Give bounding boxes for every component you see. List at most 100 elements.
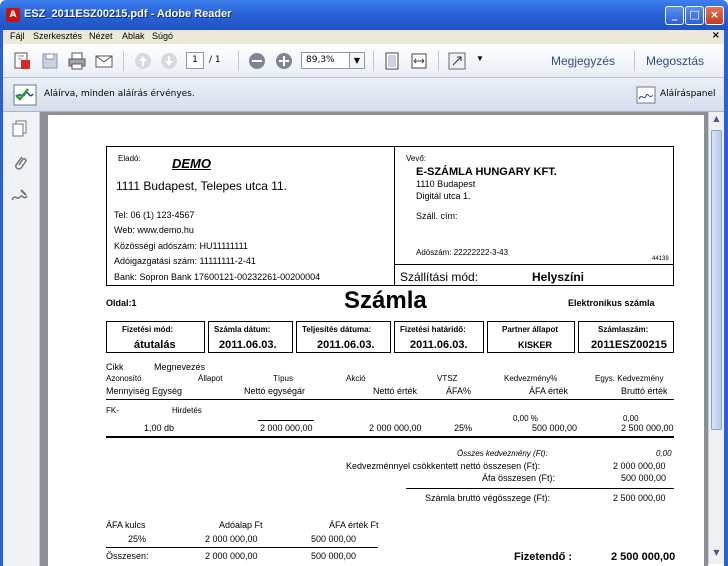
total-gross-label: Számla bruttó végösszege (Ft): xyxy=(425,493,551,503)
seller-tax: Adóigazgatási szám: 11111111-2-41 xyxy=(114,256,256,266)
col-net: Nettó érték xyxy=(373,386,418,396)
pages-icon[interactable] xyxy=(12,120,28,138)
col-unit-discount: Egys. Kedvezmény xyxy=(595,374,664,383)
col-qty: Mennyiség Egység xyxy=(106,386,183,396)
vertical-scrollbar[interactable]: ▲ ▼ xyxy=(708,112,724,564)
signature-panel-icon[interactable] xyxy=(636,86,656,104)
minimize-button[interactable]: _ xyxy=(665,6,684,25)
seller-web: Web: www.demo.hu xyxy=(114,225,194,235)
print-icon[interactable] xyxy=(67,51,87,71)
item-vat-val: 500 000,00 xyxy=(532,423,578,433)
fullscreen-icon[interactable] xyxy=(447,51,467,71)
page-number-input[interactable]: 1 xyxy=(186,52,204,69)
item-unit-discount: 0,00 xyxy=(623,414,639,423)
zoom-dropdown-icon[interactable]: ▼ xyxy=(349,52,365,69)
seller-tel: Tel: 06 (1) 123-4567 xyxy=(114,210,195,220)
close-button[interactable]: × xyxy=(705,6,724,25)
buyer-city: 1110 Budapest xyxy=(416,179,476,189)
menu-help[interactable]: Súgó xyxy=(152,31,173,41)
buyer-tax: Adószám: 22222222-3-43 xyxy=(416,248,509,257)
save-icon[interactable] xyxy=(40,51,60,71)
hdr-fulfil: 2011.06.03. xyxy=(317,339,375,351)
scroll-thumb[interactable] xyxy=(711,130,722,430)
hdr-label-partner: Partner állapot xyxy=(502,325,559,334)
hdr-label-payment: Fizetési mód: xyxy=(122,325,174,334)
hdr-number: 2011ESZ00215 xyxy=(591,339,667,351)
maximize-button[interactable]: □ xyxy=(685,6,704,25)
menu-view[interactable]: Nézet xyxy=(89,31,113,41)
fit-width-icon[interactable] xyxy=(409,51,429,71)
total-discount: 0,00 xyxy=(656,449,672,458)
total-net-label: Kedvezménnyel csökkentett nettó összesen… xyxy=(346,461,541,471)
vat-header-value: ÁFA érték Ft xyxy=(329,520,379,530)
item-vat-pct: 25% xyxy=(454,423,473,433)
window-title: ESZ_2011ESZ00215.pdf - Adobe Reader xyxy=(24,8,232,20)
buyer-name: E-SZÁMLA HUNGARY KFT. xyxy=(416,166,557,178)
buyer-code: 44139 xyxy=(652,256,669,262)
more-tools-icon[interactable]: ▼ xyxy=(476,54,484,63)
col-discount-pct: Kedvezmény% xyxy=(504,374,558,383)
scroll-down-icon[interactable]: ▼ xyxy=(711,548,722,560)
payable-amount: 2 500 000,00 xyxy=(611,551,676,563)
seller-name: DEMO xyxy=(172,156,211,171)
attachments-icon[interactable] xyxy=(12,154,28,172)
col-vtsz: VTSZ xyxy=(437,374,458,383)
col-type: Típus xyxy=(273,374,294,383)
signature-valid-icon xyxy=(13,84,37,106)
menu-bar: Fájl Szerkesztés Nézet Ablak Súgó × xyxy=(0,30,728,44)
buyer-ship-addr: Száll. cím: xyxy=(416,211,458,221)
menu-file[interactable]: Fájl xyxy=(10,31,25,41)
signature-panel-button[interactable]: Aláíráspanel xyxy=(660,89,716,99)
fit-page-icon[interactable] xyxy=(382,51,402,71)
zoom-input[interactable]: 89,3% xyxy=(301,52,351,69)
hdr-label-number: Számlaszám: xyxy=(598,325,649,334)
vat-row-rate: 25% xyxy=(128,534,147,544)
signatures-icon[interactable] xyxy=(11,188,29,204)
seller-eu-tax: Közösségi adószám: HU11111111 xyxy=(114,241,248,251)
scroll-up-icon[interactable]: ▲ xyxy=(711,114,722,126)
page-total: / 1 xyxy=(209,55,221,65)
item-qty: 1,00 db xyxy=(144,423,175,433)
col-vat-val: ÁFA érték xyxy=(529,386,569,396)
document-close-icon[interactable]: × xyxy=(712,30,720,41)
email-icon[interactable] xyxy=(94,51,114,71)
create-pdf-icon[interactable] xyxy=(12,51,32,71)
hdr-label-fulfil: Teljesítés dátuma: xyxy=(302,325,372,334)
seller-label: Eladó: xyxy=(118,154,141,163)
item-name: Hirdetés xyxy=(172,406,202,415)
adobe-reader-icon: A xyxy=(6,8,20,22)
previous-page-icon[interactable] xyxy=(133,51,153,71)
col-vat-pct: ÁFA% xyxy=(446,386,472,396)
hdr-label-date: Számla dátum: xyxy=(214,325,271,334)
item-code: FK- xyxy=(106,406,119,415)
document-type: Elektronikus számla xyxy=(568,298,655,308)
vat-sum-value: 500 000,00 xyxy=(311,551,357,561)
zoom-out-icon[interactable] xyxy=(247,51,267,71)
total-vat-label: Áfa összesen (Ft): xyxy=(482,473,556,483)
col-item: Cikk xyxy=(106,362,124,372)
hdr-label-due: Fizetési határidő: xyxy=(400,325,466,334)
col-unit-price: Nettó egységár xyxy=(244,386,306,396)
total-net: 2 000 000,00 xyxy=(613,461,666,471)
signature-bar: Aláírva, minden aláírás érvényes. Aláírá… xyxy=(0,78,728,112)
navigation-pane xyxy=(0,112,40,566)
next-page-icon[interactable] xyxy=(159,51,179,71)
hdr-payment: átutalás xyxy=(134,339,176,351)
share-button[interactable]: Megosztás xyxy=(646,54,704,68)
vat-row-base: 2 000 000,00 xyxy=(205,534,258,544)
comment-button[interactable]: Megjegyzés xyxy=(551,54,615,68)
signature-status: Aláírva, minden aláírás érvényes. xyxy=(44,89,195,99)
item-net: 2 000 000,00 xyxy=(369,423,422,433)
col-gross: Bruttó érték xyxy=(621,386,668,396)
zoom-in-icon[interactable] xyxy=(274,51,294,71)
total-vat: 500 000,00 xyxy=(621,473,667,483)
title-bar: A ESZ_2011ESZ00215.pdf - Adobe Reader _ … xyxy=(0,0,728,30)
col-id: Azonosító xyxy=(106,374,142,383)
vat-header-base: Adóalap Ft xyxy=(219,520,263,530)
menu-window[interactable]: Ablak xyxy=(122,31,145,41)
vat-sum-base: 2 000 000,00 xyxy=(205,551,258,561)
hdr-date: 2011.06.03. xyxy=(219,339,277,351)
payable-label: Fizetendő : xyxy=(514,551,573,563)
menu-edit[interactable]: Szerkesztés xyxy=(33,31,82,41)
toolbar: 1 / 1 89,3% ▼ ▼ Megjegyzés Megosztás xyxy=(0,44,728,78)
